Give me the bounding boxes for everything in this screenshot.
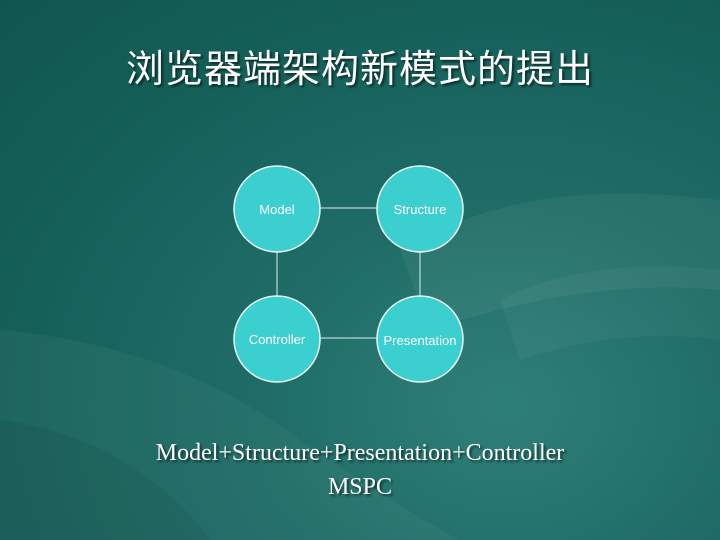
- node-controller-label: Controller: [249, 332, 306, 347]
- caption-full-name: Model+Structure+Presentation+Controller: [155, 440, 565, 466]
- caption-acronym: MSPC: [327, 474, 393, 500]
- node-controller: Controller: [233, 295, 321, 383]
- node-presentation: Presentation: [376, 295, 464, 383]
- node-model-label: Model: [259, 202, 295, 217]
- node-structure: Structure: [376, 165, 464, 253]
- node-presentation-label: Presentation: [384, 333, 457, 348]
- node-model: Model: [233, 165, 321, 253]
- node-structure-label: Structure: [394, 202, 447, 217]
